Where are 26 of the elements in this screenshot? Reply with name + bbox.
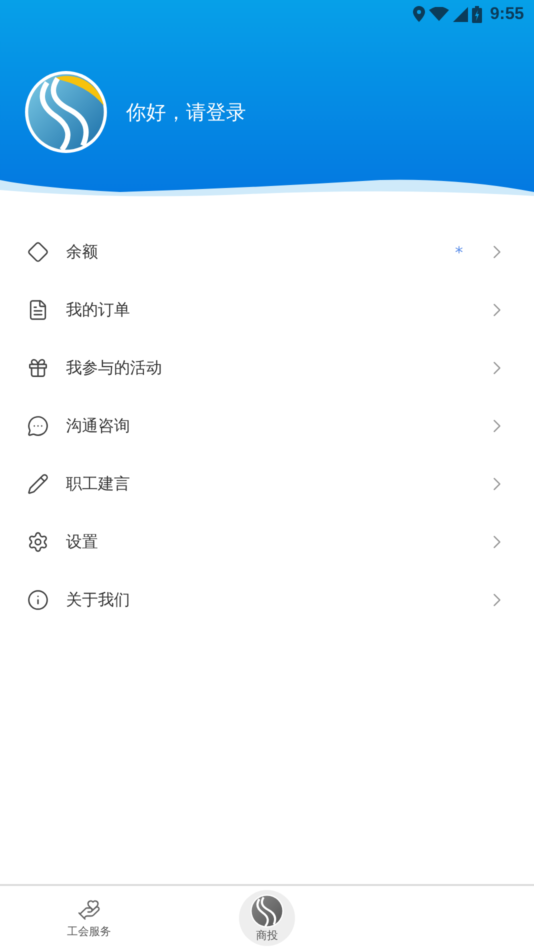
nav-tab[interactable]: 工会服务 [0,886,178,950]
info-icon [27,589,49,611]
settings-icon [27,531,49,553]
location-icon [412,6,425,22]
hands-heart-icon [77,898,101,922]
wifi-icon [428,7,449,21]
chat-icon [27,415,49,437]
pencil-icon [27,473,49,495]
menu-item[interactable]: 我的订单 [0,281,534,339]
menu-item[interactable]: 我参与的活动 [0,339,534,397]
menu-item[interactable]: 职工建言 [0,455,534,513]
signal-icon [452,6,468,22]
login-greeting[interactable]: 你好，请登录 [126,98,246,126]
menu-item[interactable]: 余额 * [0,223,534,281]
menu-item[interactable]: 设置 [0,513,534,571]
battery-icon [472,6,482,22]
menu-item[interactable]: 沟通咨询 [0,397,534,455]
status-time: 9:55 [490,4,524,24]
logo-icon [24,70,108,154]
document-icon [27,299,49,321]
gift-icon [27,357,49,379]
diamond-icon [27,241,49,263]
nav-tab[interactable]: 商投 [239,890,295,946]
menu-item[interactable]: 关于我们 [0,571,534,629]
balance-hidden-mark: * [455,242,463,262]
logo-icon [250,894,284,928]
